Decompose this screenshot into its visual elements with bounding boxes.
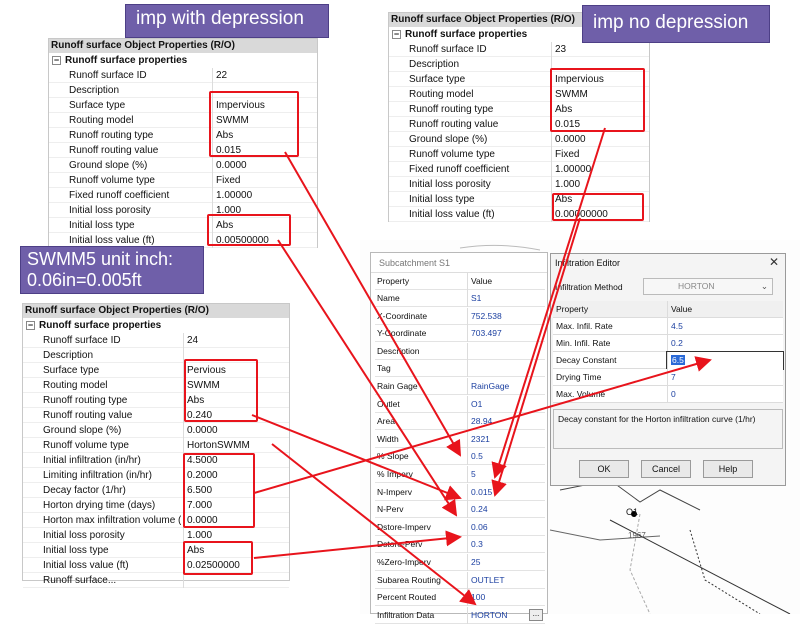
connector-arrows xyxy=(251,127,712,606)
